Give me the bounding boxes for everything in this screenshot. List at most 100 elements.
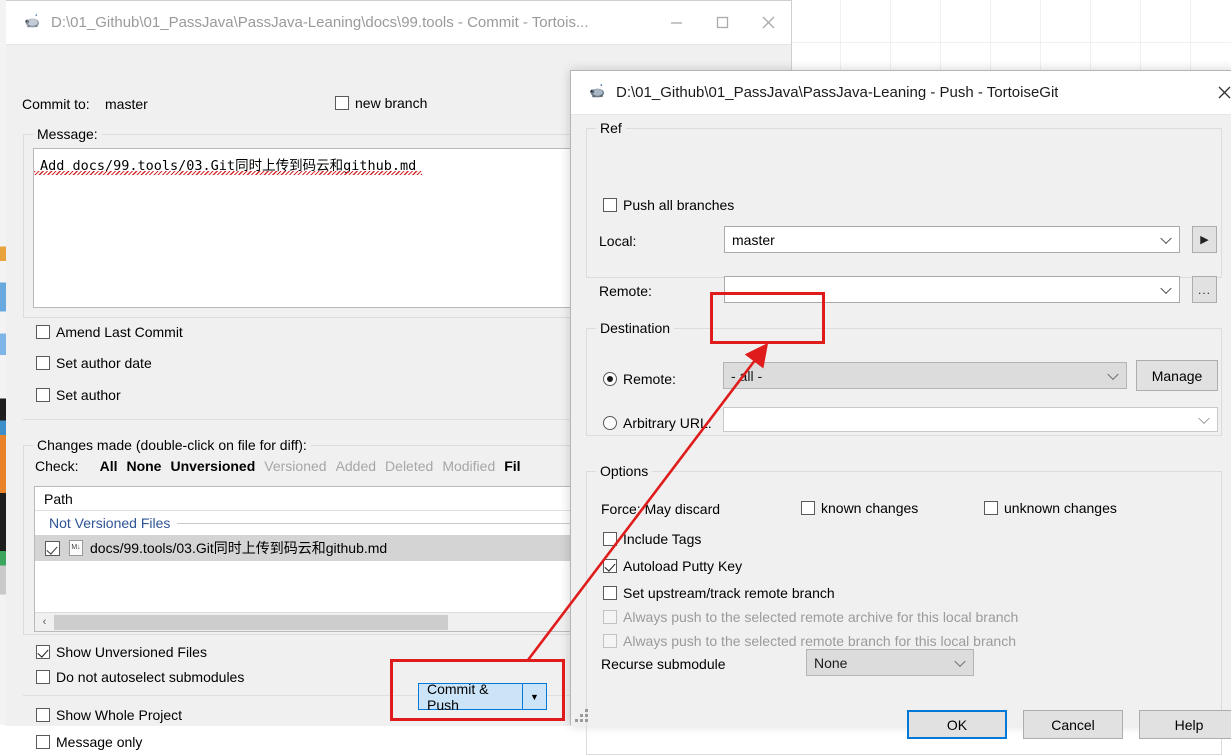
tortoisegit-turtle-icon (589, 83, 606, 103)
destination-remote-radio[interactable]: Remote: (603, 371, 676, 387)
new-branch-label: new branch (355, 95, 428, 111)
commit-branch-value: master (105, 96, 148, 112)
check-link-unversioned[interactable]: Unversioned (170, 458, 255, 474)
scrollbar-thumb[interactable] (54, 614, 448, 630)
local-label: Local: (599, 233, 637, 249)
destination-arbitrary-url-radio[interactable]: Arbitrary URL: (603, 415, 712, 431)
local-branch-dropdown[interactable]: master (724, 226, 1180, 253)
chevron-down-icon (1160, 282, 1172, 294)
arbitrary-url-input[interactable] (723, 407, 1218, 432)
close-button[interactable] (1204, 71, 1231, 114)
recurse-submodule-dropdown[interactable]: None (806, 649, 974, 676)
push-all-branches-checkbox[interactable]: Push all branches (603, 197, 734, 213)
markdown-file-icon: M↓ (69, 540, 83, 556)
commit-push-button[interactable]: Commit & Push (418, 680, 523, 713)
scroll-left-arrow-icon[interactable]: ‹ (35, 613, 54, 631)
commit-window-controls (653, 1, 791, 44)
destination-arbitrary-url-label: Arbitrary URL: (623, 415, 712, 431)
chevron-down-icon: ▼ (530, 691, 539, 702)
checkbox-box (36, 708, 50, 722)
spellcheck-squiggle (34, 171, 423, 175)
remote-branch-browse-button[interactable]: ... (1192, 276, 1217, 303)
commit-push-split-button[interactable]: Commit & Push ▼ (418, 680, 547, 713)
recurse-submodule-label: Recurse submodule (601, 656, 726, 672)
remote-ref-label: Remote: (599, 283, 652, 299)
always-push-remote-branch-label: Always push to the selected remote branc… (623, 633, 1016, 649)
file-list-group-label: Not Versioned Files (49, 515, 171, 531)
show-whole-project-checkbox[interactable]: Show Whole Project (36, 707, 182, 723)
ellipsis-icon: ... (1197, 282, 1211, 297)
force-known-changes-checkbox[interactable]: known changes (801, 500, 918, 516)
always-push-remote-archive-label: Always push to the selected remote archi… (623, 609, 1019, 625)
always-push-remote-branch-checkbox: Always push to the selected remote branc… (603, 633, 1016, 649)
checkbox-box (603, 198, 617, 212)
destination-group-title: Destination (596, 320, 675, 336)
check-link-none[interactable]: None (126, 458, 161, 474)
check-link-files[interactable]: Fil (504, 458, 520, 474)
remote-destination-dropdown[interactable]: - all - (723, 362, 1127, 389)
remote-branch-dropdown[interactable] (724, 276, 1180, 303)
checkbox-box (603, 634, 617, 648)
ref-group-title: Ref (596, 120, 626, 136)
close-button[interactable] (745, 1, 791, 44)
check-link-deleted: Deleted (385, 458, 434, 474)
show-unversioned-files-checkbox[interactable]: Show Unversioned Files (36, 644, 207, 660)
push-body: Ref Push all branches Local: master ▶ Re… (571, 115, 1231, 755)
checkbox-box (603, 586, 617, 600)
tortoisegit-turtle-icon (24, 13, 41, 33)
checkbox-box (984, 501, 998, 515)
check-link-all[interactable]: All (100, 458, 118, 474)
radio-circle (603, 372, 617, 386)
minimize-button[interactable] (653, 1, 699, 44)
amend-last-commit-checkbox[interactable]: Amend Last Commit (36, 324, 183, 340)
commit-push-label: Commit & Push (427, 680, 489, 713)
play-arrow-icon: ▶ (1200, 234, 1209, 246)
changes-group-title: Changes made (double-click on file for d… (33, 437, 311, 453)
check-link-versioned: Versioned (264, 458, 327, 474)
checkbox-box (603, 559, 617, 573)
checkbox-box (801, 501, 815, 515)
commit-window-title: D:\01_Github\01_PassJava\PassJava-Leanin… (51, 14, 589, 31)
amend-last-commit-label: Amend Last Commit (56, 324, 183, 340)
checkbox-box (603, 610, 617, 624)
show-unversioned-files-label: Show Unversioned Files (56, 644, 207, 660)
file-row-name: docs/99.tools/03.Git同时上传到码云和github.md (90, 540, 388, 556)
commit-push-dropdown-toggle[interactable]: ▼ (523, 683, 547, 710)
check-link-modified: Modified (442, 458, 496, 474)
commit-to-label: Commit to: (22, 96, 90, 112)
chevron-down-icon (954, 655, 966, 667)
autoload-putty-key-checkbox[interactable]: Autoload Putty Key (603, 558, 742, 574)
radio-circle (603, 416, 617, 430)
manage-remotes-button[interactable]: Manage (1136, 360, 1218, 391)
message-group-title: Message: (33, 126, 102, 142)
message-only-label: Message only (56, 734, 143, 750)
checkbox-box (36, 645, 50, 659)
resize-grip-icon[interactable] (575, 709, 597, 723)
force-discard-label: Force: May discard (601, 501, 721, 517)
set-author-date-checkbox[interactable]: Set author date (36, 355, 152, 371)
maximize-button[interactable] (699, 1, 745, 44)
commit-message-text: Add docs/99.tools/03.Git同时上传到码云和github.m… (34, 149, 423, 175)
local-branch-browse-button[interactable]: ▶ (1192, 226, 1217, 253)
file-row-checkbox[interactable] (45, 540, 60, 556)
set-author-date-label: Set author date (56, 355, 152, 371)
include-tags-checkbox[interactable]: Include Tags (603, 531, 701, 547)
do-not-autoselect-submodules-checkbox[interactable]: Do not autoselect submodules (36, 669, 244, 685)
local-branch-value: master (732, 231, 775, 248)
set-author-checkbox[interactable]: Set author (36, 387, 121, 403)
check-label: Check: (35, 458, 79, 474)
show-whole-project-label: Show Whole Project (56, 707, 183, 723)
new-branch-checkbox[interactable]: new branch (335, 95, 427, 111)
recurse-submodule-value: None (814, 654, 848, 671)
message-only-checkbox[interactable]: Message only (36, 734, 142, 750)
column-header-path: Path (44, 490, 73, 507)
checkbox-box (36, 388, 50, 402)
force-unknown-changes-label: unknown changes (1004, 500, 1117, 516)
force-known-changes-label: known changes (821, 500, 919, 516)
remote-destination-value: - all - (731, 367, 763, 384)
set-upstream-checkbox[interactable]: Set upstream/track remote branch (603, 585, 835, 601)
push-window: D:\01_Github\01_PassJava\PassJava-Leanin… (570, 70, 1231, 755)
set-author-label: Set author (56, 387, 121, 403)
chevron-down-icon (1160, 232, 1172, 244)
force-unknown-changes-checkbox[interactable]: unknown changes (984, 500, 1117, 516)
